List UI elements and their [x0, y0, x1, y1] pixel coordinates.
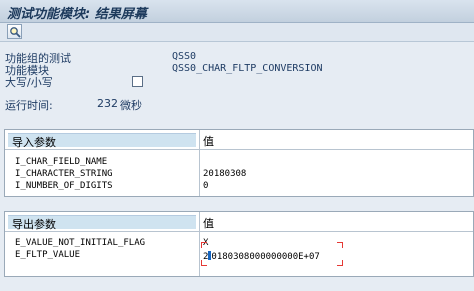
export-fltp-value-rest: 0180308000000000E+07	[211, 252, 320, 262]
import-parameters-table: 导入参数 值 I_CHAR_FIELD_NAME I_CHARACTER_STR…	[4, 129, 474, 197]
function-group-value: QSS0	[172, 51, 197, 62]
function-module-value: QSS0_CHAR_FLTP_CONVERSION	[172, 63, 323, 74]
toolbar	[0, 23, 474, 42]
import-param-name: I_CHAR_FIELD_NAME	[15, 157, 108, 167]
export-param-name: E_VALUE_NOT_INITIAL_FLAG	[15, 238, 146, 248]
runtime-value: 232	[97, 97, 118, 110]
export-fltp-value[interactable]: 2 0180308000000000E+07	[203, 250, 320, 262]
runtime-unit: 微秒	[120, 99, 142, 112]
runtime-label: 运行时间:	[5, 99, 53, 112]
magnifier-icon	[10, 27, 21, 38]
import-table-header: 导入参数 值	[5, 130, 473, 149]
export-column-name-header: 导出参数	[12, 218, 56, 231]
import-param-value[interactable]: 20180308	[203, 169, 246, 179]
import-param-name: I_NUMBER_OF_DIGITS	[15, 181, 113, 191]
highlight-bracket-bottom-left	[201, 260, 207, 266]
export-param-name: E_FLTP_VALUE	[15, 250, 81, 260]
column-divider	[199, 130, 200, 196]
import-param-name: I_CHARACTER_STRING	[15, 169, 113, 179]
window-title: 测试功能模块: 结果屏幕	[7, 7, 147, 22]
highlight-bracket-top-right	[337, 242, 343, 248]
import-column-value-header: 值	[203, 135, 214, 148]
text-cursor	[208, 251, 212, 260]
case-sensitivity-label: 大写/小写	[5, 76, 53, 89]
magnifier-button[interactable]	[7, 24, 22, 39]
export-parameters-table: 导出参数 值 E_VALUE_NOT_INITIAL_FLAG X E_FLTP…	[4, 211, 474, 277]
import-param-value[interactable]: 0	[203, 181, 208, 191]
case-sensitivity-checkbox[interactable]	[132, 76, 143, 87]
import-column-name-header: 导入参数	[12, 136, 56, 149]
title-bar: 测试功能模块: 结果屏幕	[0, 0, 474, 23]
highlight-bracket-top-left	[201, 242, 207, 248]
highlight-bracket-bottom-right	[337, 260, 343, 266]
column-divider	[199, 212, 200, 276]
export-column-value-header: 值	[203, 217, 214, 230]
export-table-header: 导出参数 值	[5, 212, 473, 231]
